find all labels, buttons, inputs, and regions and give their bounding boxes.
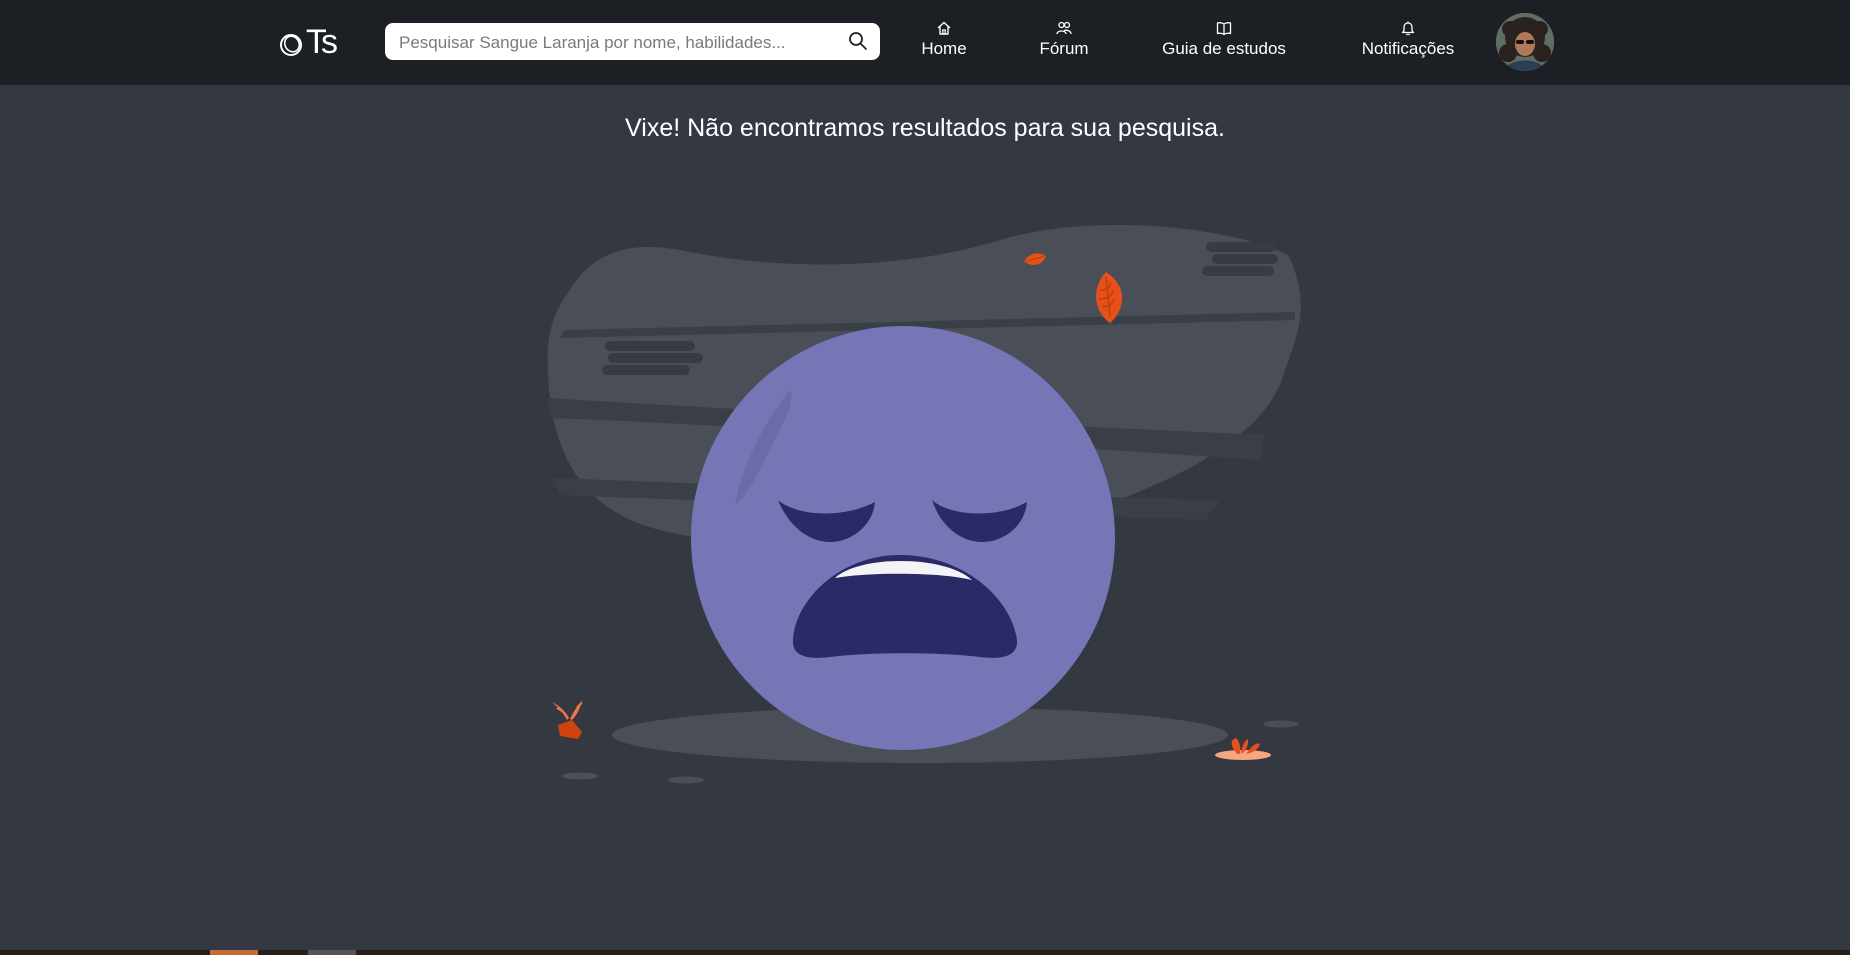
nav-forum[interactable]: Fórum xyxy=(1030,20,1098,64)
nav-study-guide[interactable]: Guia de estudos xyxy=(1158,20,1290,64)
search-icon[interactable] xyxy=(848,31,868,51)
user-avatar-icon xyxy=(1496,13,1554,71)
bottom-taskbar-strip xyxy=(0,950,1850,955)
empty-results-message: Vixe! Não encontramos resultados para su… xyxy=(625,114,1225,142)
logo-text: Ts xyxy=(306,23,338,61)
pebble xyxy=(1263,720,1299,728)
dash xyxy=(1206,242,1276,252)
nav-notifications[interactable]: Notificações xyxy=(1355,20,1461,64)
dash xyxy=(1212,254,1278,264)
users-icon xyxy=(1056,21,1072,35)
home-icon xyxy=(937,21,951,35)
dash xyxy=(1202,266,1274,276)
nav-forum-label: Fórum xyxy=(1039,39,1089,58)
logo-ring-icon xyxy=(280,34,302,56)
nav-home[interactable]: Home xyxy=(910,20,978,64)
dash xyxy=(605,341,695,351)
logo[interactable]: Ts xyxy=(278,22,342,62)
top-navbar: Ts Home Fórum Guia de estudos xyxy=(0,0,1850,85)
emoji-face xyxy=(691,326,1115,750)
taskbar-indicator xyxy=(308,950,356,955)
avatar[interactable] xyxy=(1496,13,1554,71)
sad-emoji-illustration xyxy=(547,224,1301,784)
flower-right-icon xyxy=(1215,738,1271,760)
search-bar xyxy=(385,23,880,62)
nav-notifications-label: Notificações xyxy=(1361,39,1455,58)
bell-icon xyxy=(1401,21,1415,36)
dash xyxy=(608,353,703,363)
nav-home-label: Home xyxy=(921,39,967,58)
plant-left-icon xyxy=(552,700,583,739)
pebble xyxy=(668,776,704,784)
taskbar-indicator xyxy=(210,950,258,955)
nav-study-guide-label: Guia de estudos xyxy=(1162,39,1286,58)
pebble xyxy=(562,772,598,780)
search-input[interactable] xyxy=(397,23,831,62)
dash xyxy=(602,365,690,375)
book-icon xyxy=(1216,22,1232,36)
